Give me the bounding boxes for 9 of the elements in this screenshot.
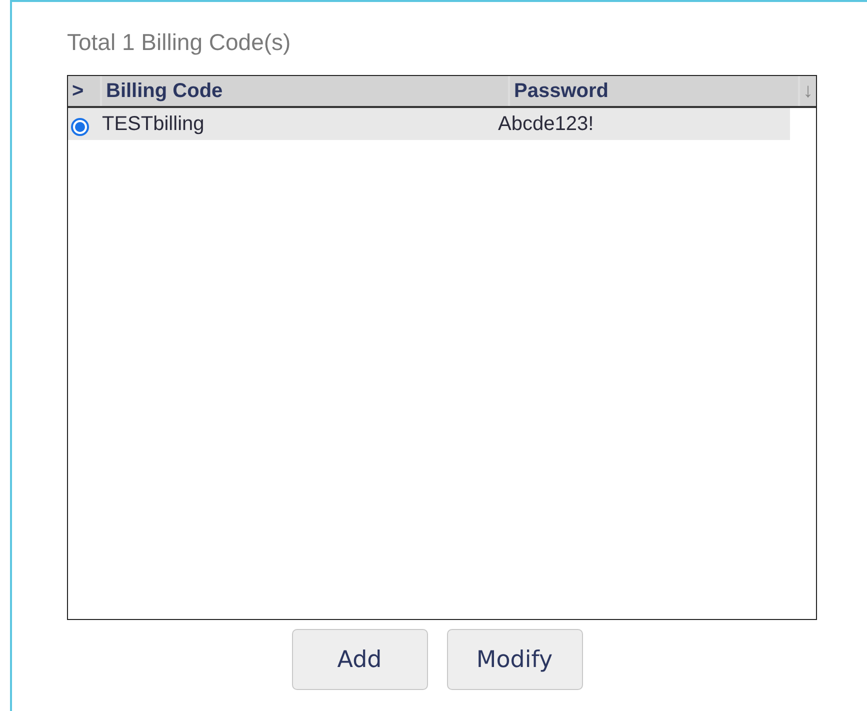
expand-column-header[interactable]: > <box>68 76 102 106</box>
table-cell-text: TESTbilling <box>102 112 206 136</box>
table-cell-text: Abcde123! <box>498 112 595 136</box>
billing-code-count: Total 1 Billing Code(s) <box>67 29 292 57</box>
column-header[interactable]: Password <box>510 76 800 106</box>
column-header[interactable]: Billing Code <box>102 76 510 106</box>
action-button[interactable]: Add <box>292 629 428 690</box>
radio-button[interactable] <box>71 118 89 136</box>
action-button[interactable]: Modify <box>446 629 582 690</box>
